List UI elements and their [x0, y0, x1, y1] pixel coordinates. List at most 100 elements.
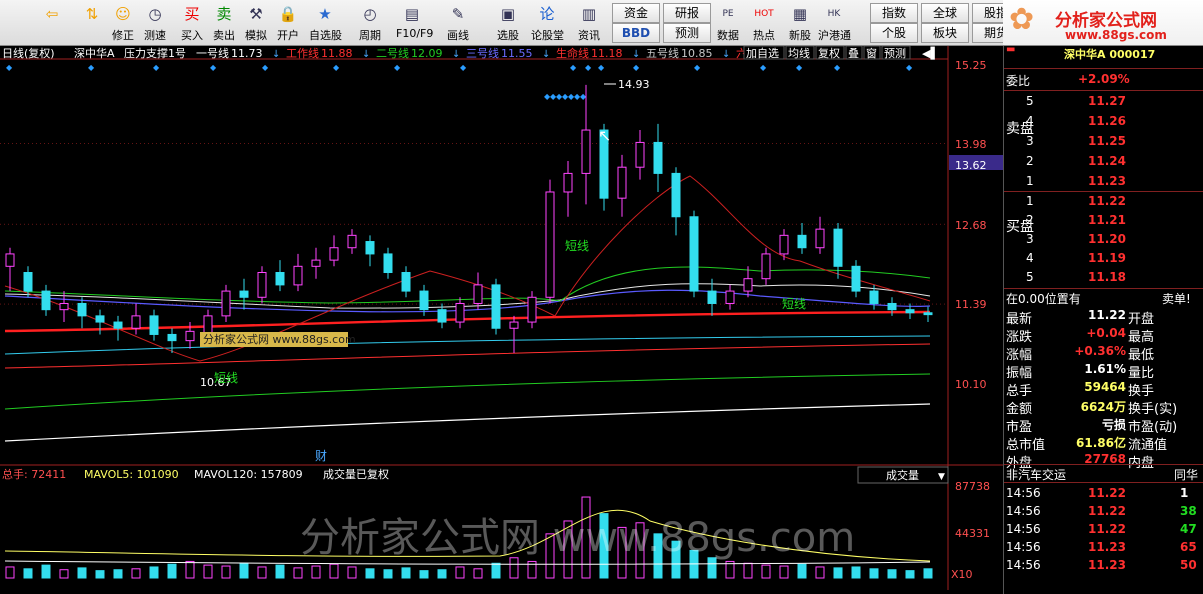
volume-bar: [815, 566, 825, 579]
diamond-marker-icon: ◆: [210, 63, 217, 72]
tick-volume: 47: [1180, 522, 1197, 536]
candle-body: [401, 272, 411, 292]
candle-body: [95, 315, 105, 323]
stat-value: +0.04: [1086, 326, 1126, 340]
indicator-value-4: 11.18: [591, 47, 623, 60]
screen-button[interactable]: ▣ 选股: [492, 2, 524, 43]
hk-button[interactable]: HK 沪港通: [818, 2, 851, 43]
stat-value: 亏损: [1101, 418, 1126, 432]
buy-icon: 买: [184, 5, 200, 23]
up-down-arrow-button[interactable]: ⇅: [76, 2, 108, 43]
tick-volume: 1: [1180, 486, 1189, 500]
candle-body: [365, 241, 375, 255]
news-button[interactable]: ▥ 资讯: [573, 2, 605, 43]
candle-body: [257, 272, 267, 298]
toolbar-button-label: 论股堂: [531, 29, 564, 42]
buy-price: 11.20: [1088, 232, 1126, 246]
volume-bar: [311, 565, 321, 579]
volume-bar: [23, 568, 33, 579]
price-axis-label: 13.98: [955, 138, 987, 151]
diamond-marker-icon: ◆: [460, 63, 467, 72]
speed-icon: ◷: [148, 5, 162, 23]
f10-button[interactable]: ▤ F10/F9: [396, 2, 433, 43]
forum-button[interactable]: 论论股堂: [531, 2, 564, 43]
lock-button[interactable]: 🔒 开户: [272, 2, 304, 43]
volume-bar: [833, 567, 843, 579]
header-button-3[interactable]: 叠: [848, 47, 859, 60]
header-0: 日线(复权): [2, 46, 55, 60]
stat-right-label: 最高: [1128, 330, 1155, 345]
candle-body: [923, 312, 933, 316]
sell-button[interactable]: 卖卖出: [208, 2, 240, 43]
volume-bar: [293, 567, 303, 579]
toolbar-0-button[interactable]: 资金: [612, 3, 660, 23]
short-line-label: 短线: [782, 297, 806, 311]
diamond-marker-icon: ◆: [633, 63, 640, 72]
price-axis-label: 13.62: [955, 159, 987, 172]
kline-chart[interactable]: 日线(复权) 深中华A 压力支撑1号 一号线 11.73 ↓ 工作线 11.88 ↓ 二号线 12.…: [0, 46, 1003, 590]
high-price-label: 14.93: [618, 78, 650, 91]
panel-divider: [1004, 90, 1203, 91]
stat-label: 总市值: [1006, 438, 1046, 453]
candle-body: [527, 296, 537, 323]
header-button-5[interactable]: 预测: [884, 47, 906, 60]
candle-body: [185, 330, 195, 342]
sector-right: 同华: [1174, 468, 1199, 482]
toolbar-8-button[interactable]: 板块: [921, 23, 969, 43]
header-button-1[interactable]: 均线: [788, 46, 810, 60]
position-note: 在0.00位置有: [1006, 292, 1081, 306]
candle-body: [167, 333, 177, 342]
candle-body: [689, 216, 699, 292]
buy-level: 3: [1026, 232, 1034, 246]
candle-body: [77, 302, 87, 317]
volume-bar: [761, 564, 771, 579]
stat-value: 61.86亿: [1076, 436, 1126, 450]
weibi-label: 委比: [1006, 74, 1031, 88]
hot-button[interactable]: HOT 热点: [748, 2, 780, 43]
pen-icon: ✎: [451, 5, 465, 23]
candle-body: [833, 228, 843, 267]
toolbar-2-button[interactable]: BBD: [612, 23, 660, 43]
tick-price: 11.22: [1088, 504, 1126, 518]
fix-button[interactable]: ☺ 修正: [107, 2, 139, 43]
lock-icon: 🔒: [278, 5, 298, 23]
volume-dropdown[interactable]: 成交量: [886, 468, 919, 482]
tick-time: 14:56: [1006, 540, 1041, 554]
speed-button[interactable]: ◷ 测速: [139, 2, 171, 43]
clock-button[interactable]: ◴ 周期: [354, 2, 386, 43]
toolbar-5-button[interactable]: 全球: [921, 3, 969, 23]
volume-bar: [77, 567, 87, 579]
pe-button[interactable]: PE 数据: [712, 2, 744, 43]
newstock-button[interactable]: ▦ 新股: [784, 2, 816, 43]
stat-label: 涨幅: [1006, 348, 1033, 363]
stat-label: 市盈: [1006, 420, 1033, 435]
hammer-button[interactable]: ⚒ 模拟: [240, 2, 272, 43]
buy-button[interactable]: 买买入: [176, 2, 208, 43]
toolbar-3-button[interactable]: 预测: [663, 23, 711, 43]
tick-price: 11.23: [1088, 540, 1126, 554]
back-arrow-button[interactable]: ⇦: [36, 2, 68, 43]
volume-bar: [5, 566, 15, 579]
chart-canvas[interactable]: 日线(复权) 深中华A 压力支撑1号 一号线 11.73 ↓ 工作线 11.88 ↓ 二号线 12.…: [0, 46, 1003, 590]
candle-body: [275, 272, 285, 286]
watermark-large: 分析家公式网 www.88gs.com: [300, 515, 855, 561]
panel-divider: [1004, 68, 1203, 69]
pen-button[interactable]: ✎ 画线: [442, 2, 474, 43]
candle-body: [635, 141, 645, 168]
volume-bar: [149, 566, 159, 579]
header-button-4[interactable]: 窗: [866, 46, 877, 60]
candle-body: [797, 234, 807, 249]
arrow-down-icon: ↓: [632, 49, 640, 60]
toolbar-4-button[interactable]: 指数: [870, 3, 918, 23]
header-button-2[interactable]: 复权: [818, 46, 840, 60]
candle-body: [221, 290, 231, 317]
volume-bar: [239, 562, 249, 579]
sell-level: 3: [1026, 134, 1034, 148]
star-button[interactable]: ★ 自选股: [309, 2, 342, 43]
vol-mavol120: MAVOL120: 157809: [194, 468, 303, 481]
toolbar-1-button[interactable]: 研报: [663, 3, 711, 23]
header-button-0[interactable]: 加自选: [746, 47, 779, 60]
toolbar-7-button[interactable]: 个股: [870, 23, 918, 43]
back-arrow-icon: ⇦: [45, 5, 59, 23]
forum-icon: 论: [539, 5, 555, 23]
